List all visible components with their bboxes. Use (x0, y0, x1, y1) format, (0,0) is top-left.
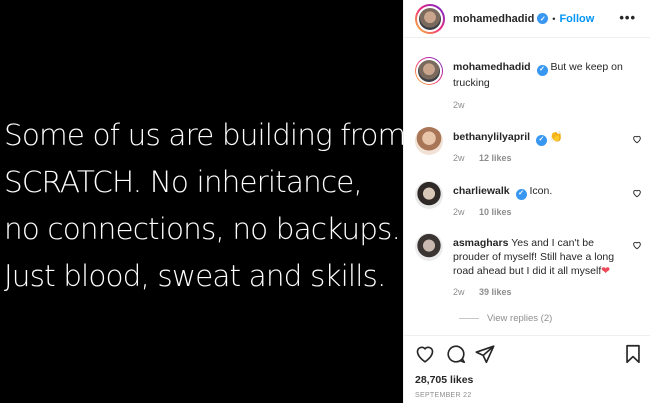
author-avatar[interactable] (415, 3, 445, 34)
author-username[interactable]: mohamedhadid (453, 13, 534, 25)
replies-divider (459, 318, 479, 319)
view-replies-label: View replies (2) (487, 313, 553, 324)
comment-time[interactable]: 2w (453, 207, 465, 217)
verified-badge-icon: ✓ (537, 13, 549, 24)
post-date[interactable]: SEPTEMBER 22 (415, 392, 472, 399)
verified-badge-icon: ✓ (536, 64, 548, 76)
comment-text: 👏 (549, 131, 563, 143)
avatar[interactable] (415, 127, 443, 155)
comment-likes[interactable]: 12 likes (479, 153, 512, 163)
header-separator: • (552, 13, 556, 24)
quote-line-1: Some of us are building from (4, 118, 406, 152)
comment-item: asmaghars Yes and I can't be prouder of … (415, 233, 630, 297)
comment-likes[interactable]: 10 likes (479, 207, 512, 217)
follow-button[interactable]: Follow (559, 13, 594, 25)
like-heart-icon[interactable] (414, 343, 436, 365)
comment-bubble-icon[interactable] (445, 343, 467, 365)
comment-username[interactable]: asmaghars (453, 237, 508, 249)
quote-line-3: no connections, no backups. (4, 212, 401, 246)
caption-time[interactable]: 2w (453, 100, 465, 110)
comment-item: bethanylilyapril ✓ 👏 2w 12 likes (415, 127, 630, 163)
likes-count[interactable]: 28,705 likes (415, 374, 473, 386)
verified-badge-icon: ✓ (515, 188, 527, 200)
post-header: mohamedhadid ✓ • Follow ••• (404, 0, 650, 38)
view-replies-button[interactable]: View replies (2) (459, 313, 552, 324)
quote-line-2: SCRATCH. No inheritance, (4, 165, 363, 199)
comment-username[interactable]: bethanylilyapril (453, 131, 530, 143)
caption-avatar[interactable] (415, 57, 443, 85)
comment-item: charliewalk ✓ Icon. 2w 10 likes (415, 181, 630, 217)
more-options-icon[interactable]: ••• (619, 10, 636, 25)
like-comment-heart-icon[interactable] (632, 240, 642, 250)
avatar[interactable] (415, 181, 443, 209)
caption-username[interactable]: mohamedhadid (453, 61, 531, 73)
comment-text: Icon. (529, 185, 553, 197)
like-comment-heart-icon[interactable] (632, 134, 642, 144)
comment-username[interactable]: charliewalk (453, 185, 510, 197)
caption: mohamedhadid ✓ But we keep on trucking 2… (415, 57, 645, 110)
comment-time[interactable]: 2w (453, 153, 465, 163)
share-paper-plane-icon[interactable] (474, 343, 496, 365)
post-actions: 28,705 likes SEPTEMBER 22 (404, 335, 650, 403)
post-detail-panel: mohamedhadid ✓ • Follow ••• mohamedhadid… (403, 0, 650, 403)
verified-badge-icon: ✓ (535, 134, 547, 146)
quote-line-4: Just blood, sweat and skills. (4, 259, 386, 293)
comment-likes[interactable]: 39 likes (479, 287, 512, 297)
post-quote: Some of us are building from SCRATCH. No… (4, 112, 406, 300)
comment-time[interactable]: 2w (453, 287, 465, 297)
save-bookmark-icon[interactable] (622, 343, 644, 365)
avatar[interactable] (415, 233, 443, 261)
like-comment-heart-icon[interactable] (632, 188, 642, 198)
post-image: Some of us are building from SCRATCH. No… (0, 0, 406, 403)
heart-emoji: ❤ (601, 265, 611, 277)
